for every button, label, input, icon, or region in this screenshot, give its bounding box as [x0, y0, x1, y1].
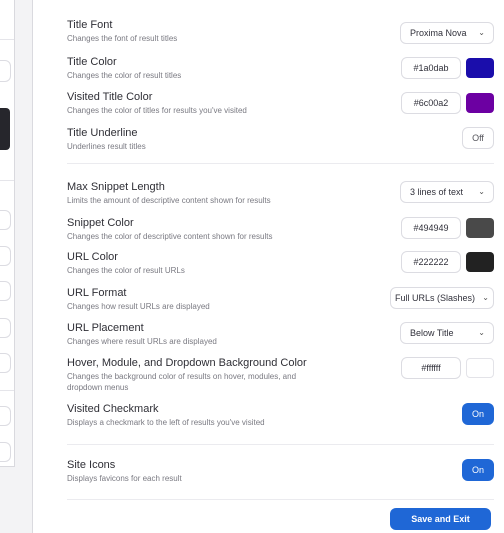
setting-url-format: URL Format Changes how result URLs are d… [35, 287, 494, 317]
save-and-exit-button[interactable]: Save and Exit [390, 508, 491, 530]
visited-title-color-picker: #6c00a2 [401, 92, 494, 114]
setting-snippet-color: Snippet Color Changes the color of descr… [35, 217, 494, 247]
select-value: Proxima Nova [410, 28, 467, 38]
chevron-down-icon: ⌄ [478, 187, 485, 196]
title-underline-toggle[interactable]: Off [462, 127, 494, 149]
setting-title-underline: Title Underline Underlines result titles… [35, 127, 494, 157]
setting-label: Site Icons [67, 459, 116, 471]
background-field [0, 60, 11, 82]
chevron-down-icon: ⌄ [478, 28, 485, 37]
background-divider [0, 390, 14, 391]
hover-background-color-swatch[interactable] [466, 358, 494, 378]
setting-url-placement: URL Placement Changes where result URLs … [35, 322, 494, 352]
setting-visited-checkmark: Visited Checkmark Displays a checkmark t… [35, 403, 494, 433]
background-field [0, 353, 11, 373]
title-color-swatch[interactable] [466, 58, 494, 78]
section-divider [67, 444, 494, 445]
section-divider [67, 163, 494, 164]
background-panel [0, 0, 15, 467]
select-value: 3 lines of text [410, 187, 464, 197]
title-color-input[interactable]: #1a0dab [401, 57, 461, 79]
setting-url-color: URL Color Changes the color of result UR… [35, 251, 494, 281]
section-divider [67, 499, 494, 500]
hover-background-color-input[interactable]: #ffffff [401, 357, 461, 379]
site-icons-toggle[interactable]: On [462, 459, 494, 481]
setting-description: Displays a checkmark to the left of resu… [67, 418, 265, 427]
chevron-down-icon: ⌄ [482, 293, 489, 302]
background-divider [0, 180, 14, 181]
snippet-color-swatch[interactable] [466, 218, 494, 238]
background-field [0, 210, 11, 230]
snippet-color-picker: #494949 [401, 217, 494, 239]
visited-checkmark-toggle[interactable]: On [462, 403, 494, 425]
select-value: Below Title [410, 328, 454, 338]
setting-max-snippet-length: Max Snippet Length Limits the amount of … [35, 181, 494, 211]
setting-label: Title Underline [67, 127, 138, 139]
setting-label: Visited Checkmark [67, 403, 159, 415]
background-divider [0, 39, 14, 40]
chevron-down-icon: ⌄ [478, 328, 485, 337]
url-placement-select[interactable]: Below Title ⌄ [400, 322, 494, 344]
max-snippet-length-select[interactable]: 3 lines of text ⌄ [400, 181, 494, 203]
snippet-color-input[interactable]: #494949 [401, 217, 461, 239]
background-field [0, 442, 11, 462]
visited-title-color-input[interactable]: #6c00a2 [401, 92, 461, 114]
background-field [0, 246, 11, 266]
setting-site-icons: Site Icons Displays favicons for each re… [35, 459, 494, 489]
url-format-select[interactable]: Full URLs (Slashes) ⌄ [390, 287, 494, 309]
visited-title-color-swatch[interactable] [466, 93, 494, 113]
setting-title-color: Title Color Changes the color of result … [35, 56, 494, 86]
setting-description: Displays favicons for each result [67, 474, 182, 483]
setting-title-font: Title Font Changes the font of result ti… [35, 19, 494, 49]
title-font-select[interactable]: Proxima Nova ⌄ [400, 22, 494, 44]
setting-description: Changes the background color of results … [67, 372, 297, 392]
background-field [0, 406, 11, 426]
setting-hover-background-color: Hover, Module, and Dropdown Background C… [35, 357, 494, 397]
url-color-swatch[interactable] [466, 252, 494, 272]
background-field [0, 281, 11, 301]
hover-background-color-picker: #ffffff [401, 357, 494, 379]
url-color-input[interactable]: #222222 [401, 251, 461, 273]
select-value: Full URLs (Slashes) [395, 293, 476, 303]
setting-description: Underlines result titles [67, 142, 146, 151]
url-color-picker: #222222 [401, 251, 494, 273]
background-dark-block [0, 108, 10, 150]
setting-visited-title-color: Visited Title Color Changes the color of… [35, 91, 494, 121]
title-color-picker: #1a0dab [401, 57, 494, 79]
background-field [0, 318, 11, 338]
